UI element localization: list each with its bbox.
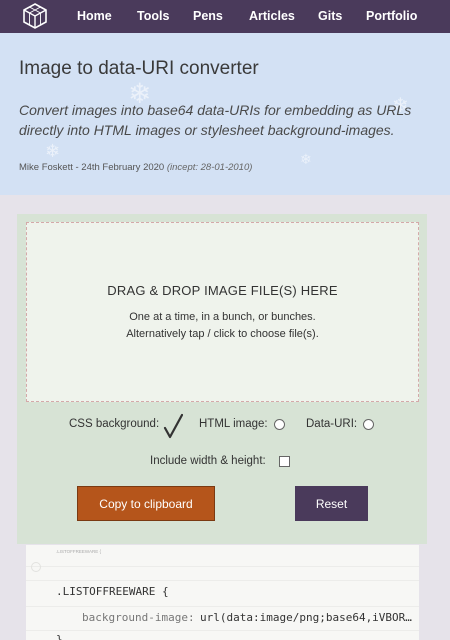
- cube-logo-icon[interactable]: [22, 3, 48, 29]
- code-row: [26, 562, 419, 581]
- include-dimensions-label: Include width & height:: [150, 455, 266, 467]
- page-header: ❄ ❄ ❄ ❄ Image to data-URI converter Conv…: [0, 33, 450, 195]
- html-image-radio[interactable]: [274, 419, 285, 430]
- reset-button[interactable]: Reset: [295, 486, 368, 521]
- byline-incept: (incept: 28-01-2010): [166, 162, 253, 173]
- code-output[interactable]: .LISTOFFREEWARE { .LISTOFFREEWARE { back…: [26, 545, 419, 640]
- code-header-label: .LISTOFFREEWARE {: [56, 549, 102, 554]
- byline: Mike Foskett - 24th February 2020 (incep…: [19, 162, 252, 173]
- nav-portfolio[interactable]: Portfolio: [366, 9, 417, 23]
- drop-zone-line-2: Alternatively tap / click to choose file…: [126, 328, 319, 340]
- data-uri-radio[interactable]: [363, 419, 374, 430]
- snowflake-icon: ❄: [45, 141, 61, 161]
- drop-zone-line-1: One at a time, in a bunch, or bunches.: [129, 311, 316, 323]
- top-nav: Home Tools Pens Articles Gits Portfolio: [0, 0, 450, 33]
- code-close-brace: }: [56, 633, 63, 640]
- drop-zone[interactable]: DRAG & DROP IMAGE FILE(S) HERE One at a …: [26, 222, 419, 402]
- page-title: Image to data-URI converter: [19, 58, 259, 79]
- drop-zone-title: DRAG & DROP IMAGE FILE(S) HERE: [107, 283, 338, 298]
- code-property: background-image:: [82, 611, 195, 624]
- include-dimensions-checkbox[interactable]: [279, 456, 290, 467]
- nav-gits[interactable]: Gits: [318, 9, 342, 23]
- checkmark-icon[interactable]: [163, 413, 183, 439]
- snowflake-icon: ❄: [300, 151, 312, 167]
- nav-home[interactable]: Home: [77, 9, 112, 23]
- byline-author-date: Mike Foskett - 24th February 2020: [19, 162, 165, 173]
- nav-articles[interactable]: Articles: [249, 9, 295, 23]
- html-image-label: HTML image:: [199, 418, 268, 430]
- nav-tools[interactable]: Tools: [137, 9, 169, 23]
- nav-pens[interactable]: Pens: [193, 9, 223, 23]
- line-marker-icon: [31, 562, 41, 572]
- copy-to-clipboard-button[interactable]: Copy to clipboard: [77, 486, 215, 521]
- code-selector: .LISTOFFREEWARE {: [56, 585, 169, 598]
- code-row: .LISTOFFREEWARE {: [26, 545, 419, 567]
- css-background-label: CSS background:: [69, 418, 160, 430]
- page-tagline: Convert images into base64 data-URIs for…: [19, 102, 412, 138]
- data-uri-label: Data-URI:: [306, 418, 358, 430]
- code-value: url(data:image/png;base64,iVBOR…: [200, 611, 412, 624]
